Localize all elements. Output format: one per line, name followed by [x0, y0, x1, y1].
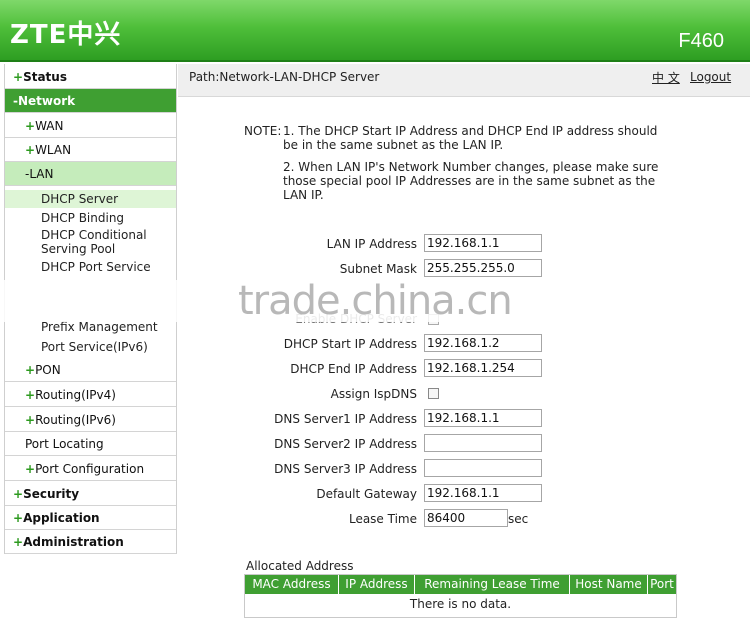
default-gateway-label: Default Gateway [316, 487, 417, 501]
note-line: 2. When LAN IP's Network Number changes,… [283, 160, 659, 174]
nav-administration-label: Administration [23, 535, 124, 549]
plus-icon: + [13, 511, 24, 525]
nav-dhcp-port-service[interactable]: DHCP Port Service [5, 260, 176, 274]
plus-icon: + [13, 70, 24, 84]
dns2-label: DNS Server2 IP Address [274, 437, 417, 451]
allocated-address-title: Allocated Address [246, 559, 354, 573]
header-banner: ZTE中兴 F460 [0, 0, 750, 62]
nav-wlan-label: WLAN [35, 143, 72, 157]
logout-link[interactable]: Logout [690, 70, 731, 84]
dhcp-start-label: DHCP Start IP Address [283, 337, 417, 351]
lan-ip-input[interactable] [424, 234, 542, 252]
column-port: Port [650, 577, 674, 591]
path-bar: Path:Network-LAN-DHCP Server 中 文 Logout [178, 64, 750, 97]
nav-routing-ipv4[interactable]: +Routing(IPv4) [5, 383, 176, 407]
dns1-label: DNS Server1 IP Address [274, 412, 417, 426]
subnet-mask-input[interactable] [424, 259, 542, 277]
nav-port-service-ipv6[interactable]: Port Service(IPv6) [5, 340, 176, 354]
column-host-name: Host Name [570, 575, 648, 594]
column-mac-address: MAC Address [245, 575, 339, 594]
nav-wan[interactable]: +WAN [5, 114, 176, 138]
plus-icon: + [25, 462, 36, 476]
lan-ip-label: LAN IP Address [326, 237, 417, 251]
nav-security-label: Security [23, 487, 80, 501]
note-line: be in the same subnet as the LAN IP. [283, 138, 504, 152]
allocated-address-table: MAC Address IP Address Remaining Lease T… [244, 574, 677, 618]
nav-port-configuration-label: Port Configuration [35, 462, 145, 476]
zte-logo: ZTE中兴 [10, 20, 122, 50]
nav-lan-label: LAN [29, 167, 54, 181]
nav-prefix-management[interactable]: Prefix Management [5, 320, 176, 334]
note-line: LAN IP. [283, 188, 324, 202]
plus-icon: + [25, 388, 36, 402]
nav-dhcp-conditional-line2[interactable]: Serving Pool [5, 242, 176, 256]
dhcp-end-label: DHCP End IP Address [290, 362, 417, 376]
nav-security[interactable]: +Security [5, 482, 176, 506]
watermark: trade.china.cn [238, 278, 513, 324]
dns3-input[interactable] [424, 459, 542, 477]
lease-time-unit: sec [508, 512, 529, 526]
nav-pon[interactable]: +PON [5, 358, 176, 382]
empty-table-message: There is no data. [409, 597, 512, 611]
lease-time-label: Lease Time [348, 512, 417, 526]
nav-dhcp-server[interactable]: DHCP Server [5, 190, 176, 208]
dns1-input[interactable] [424, 409, 542, 427]
nav-status-label: Status [23, 70, 67, 84]
dhcp-end-input[interactable] [424, 359, 542, 377]
nav-pon-label: PON [35, 363, 61, 377]
nav-lan[interactable]: -LAN [5, 162, 176, 186]
table-header: MAC Address IP Address Remaining Lease T… [245, 575, 676, 594]
language-link[interactable]: 中 文 [652, 69, 680, 86]
note-line: those special pool IP Addresses are in t… [283, 174, 656, 188]
nav-dhcp-conditional-line1[interactable]: DHCP Conditional [5, 228, 176, 242]
lease-time-input[interactable] [424, 509, 508, 527]
plus-icon: + [13, 487, 24, 501]
dns2-input[interactable] [424, 434, 542, 452]
assign-ispdns-checkbox[interactable] [428, 388, 439, 399]
nav-wlan[interactable]: +WLAN [5, 138, 176, 162]
nav-status[interactable]: +Status [5, 65, 176, 89]
model-name: F460 [678, 30, 724, 52]
nav-network[interactable]: -Network [5, 89, 176, 113]
default-gateway-input[interactable] [424, 484, 542, 502]
nav-port-locating[interactable]: Port Locating [5, 432, 176, 456]
nav-port-locating-label: Port Locating [25, 437, 104, 451]
nav-dhcp-binding[interactable]: DHCP Binding [5, 211, 176, 225]
nav-administration[interactable]: +Administration [5, 530, 176, 554]
nav-application-label: Application [23, 511, 100, 525]
nav-wan-label: WAN [35, 119, 64, 133]
plus-icon: + [25, 119, 36, 133]
plus-icon: + [25, 143, 36, 157]
note-label: NOTE: [244, 124, 282, 138]
plus-icon: + [13, 535, 24, 549]
nav-routing-ipv4-label: Routing(IPv4) [35, 388, 116, 402]
nav-application[interactable]: +Application [5, 506, 176, 530]
assign-ispdns-label: Assign IspDNS [330, 387, 417, 401]
column-remaining-lease-time: Remaining Lease Time [415, 575, 570, 594]
subnet-mask-label: Subnet Mask [339, 262, 417, 276]
dns3-label: DNS Server3 IP Address [274, 462, 417, 476]
nav-routing-ipv6-label: Routing(IPv6) [35, 413, 116, 427]
column-ip-address: IP Address [339, 575, 415, 594]
nav-network-label: Network [17, 94, 76, 108]
plus-icon: + [25, 413, 36, 427]
breadcrumb: Path:Network-LAN-DHCP Server [189, 70, 380, 84]
dhcp-start-input[interactable] [424, 334, 542, 352]
note-line: 1. The DHCP Start IP Address and DHCP En… [283, 124, 658, 138]
plus-icon: + [25, 363, 36, 377]
nav-routing-ipv6[interactable]: +Routing(IPv6) [5, 408, 176, 432]
nav-port-configuration[interactable]: +Port Configuration [5, 457, 176, 481]
